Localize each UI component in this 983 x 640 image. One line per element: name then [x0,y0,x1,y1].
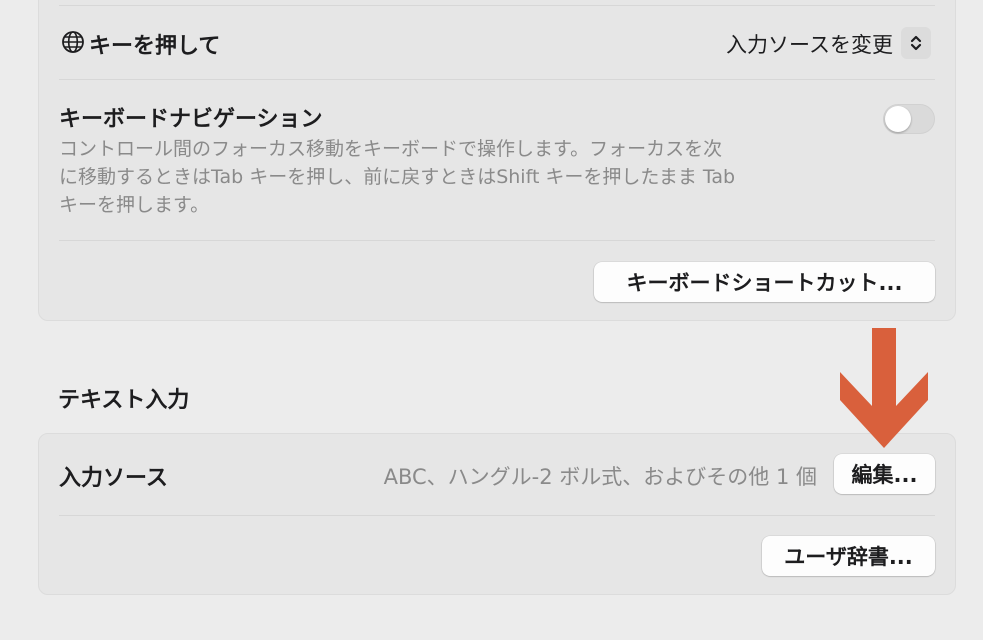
input-sources-label: 入力ソース [59,466,168,491]
description-line: キーを押します。 [59,194,210,216]
keyboard-navigation-label: キーボードナビゲーション [59,107,323,132]
arrow-down-icon [836,328,932,448]
keyboard-navigation-toggle[interactable] [883,104,935,134]
keyboard-settings-card: キーを押して 入力ソースを変更 キーボードナビゲーション コントロール間のフォー… [38,0,956,321]
user-dictionary-button[interactable]: ユーザ辞書... [762,536,935,576]
chevron-up-down-icon [910,35,922,51]
globe-key-action-popup[interactable] [901,27,931,59]
description-line: に移動するときはTab キーを押し、前に戻すときはShift キーを押したまま … [59,166,736,188]
row-divider [59,5,935,6]
keyboard-shortcuts-button[interactable]: キーボードショートカット... [594,262,935,302]
edit-input-sources-button[interactable]: 編集... [834,454,935,494]
text-input-section-header: テキスト入力 [58,388,190,413]
row-divider [59,79,935,80]
row-divider [59,240,935,241]
globe-key-label: キーを押して [89,34,221,59]
toggle-knob [885,106,911,132]
globe-key-action-value[interactable]: 入力ソースを変更 [726,29,893,59]
text-input-card: 入力ソース ABC、ハングル-2 ボル式、およびその他 1 個 編集... ユー… [38,433,956,595]
globe-icon [61,30,85,54]
keyboard-navigation-description: コントロール間のフォーカス移動をキーボードで操作します。フォーカスを次 に移動す… [59,135,789,219]
input-sources-value: ABC、ハングル-2 ボル式、およびその他 1 個 [383,465,817,489]
row-divider [59,515,935,516]
description-line: コントロール間のフォーカス移動をキーボードで操作します。フォーカスを次 [59,138,723,160]
